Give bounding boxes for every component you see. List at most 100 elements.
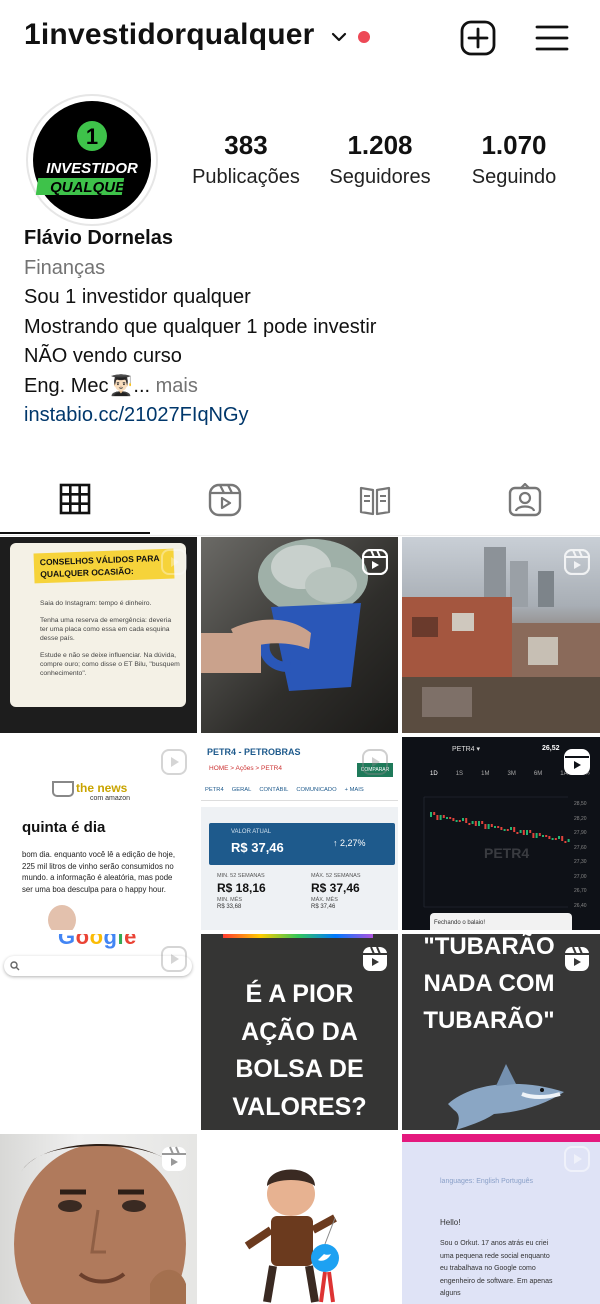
more-link[interactable]: mais bbox=[150, 375, 198, 397]
stat-following-count: 1.070 bbox=[481, 130, 547, 160]
price-value: R$ 37,46 bbox=[231, 840, 284, 855]
candle bbox=[458, 820, 461, 822]
candle bbox=[542, 835, 544, 837]
candle bbox=[474, 821, 477, 826]
candle bbox=[526, 830, 528, 835]
guides-icon bbox=[359, 486, 391, 516]
candle bbox=[548, 836, 551, 839]
post-headline: "TUBARÃO NADA COM TUBARÃO" bbox=[423, 934, 555, 1034]
post-tile-cartoon[interactable] bbox=[201, 1134, 398, 1304]
post-headline: É A PIOR AÇÃO DA BOLSA DE VALORES? bbox=[232, 980, 367, 1121]
candle bbox=[449, 817, 452, 819]
reel-icon bbox=[362, 549, 388, 575]
post-tile-selfie[interactable] bbox=[0, 1134, 197, 1304]
axis-tick: 28,50 bbox=[574, 801, 587, 807]
tab-tagged[interactable] bbox=[450, 466, 600, 534]
reel-icon bbox=[564, 549, 590, 575]
profile-link[interactable]: instabio.cc/21027FIqNGy bbox=[24, 401, 584, 431]
profile-avatar[interactable]: 1 INVESTIDOR QUALQUER bbox=[26, 94, 158, 226]
chart-axis: 28,50 28,20 27,90 27,60 27,30 27,00 26,7… bbox=[574, 797, 587, 913]
post-tile-google[interactable]: Google bbox=[0, 934, 197, 1130]
avatar-line1: INVESTIDOR bbox=[46, 160, 138, 177]
quote-breadcrumb: HOME > Ações > PETR4 bbox=[209, 765, 282, 772]
new-post-icon[interactable] bbox=[460, 20, 496, 56]
orkut-body: Sou o Orkut. 17 anos atrás eu criei uma … bbox=[440, 1240, 553, 1297]
tab-reels[interactable] bbox=[150, 466, 300, 534]
stat-following[interactable]: 1.070 Seguindo bbox=[462, 128, 566, 192]
newsletter-sub: com amazon bbox=[90, 795, 131, 802]
avatar-badge-text: 1 bbox=[86, 124, 98, 149]
newsletter-heading: quinta é dia bbox=[22, 819, 106, 836]
candle bbox=[503, 829, 506, 831]
stat-posts[interactable]: 383 Publicações bbox=[186, 128, 306, 192]
candle bbox=[529, 830, 532, 833]
advice-list: Saia do Instagram: tempo é dinheiro. Ten… bbox=[40, 599, 180, 678]
candle bbox=[446, 817, 448, 819]
advice-item: Saia do Instagram: tempo é dinheiro. bbox=[40, 600, 152, 607]
post-tile-petr4-chart[interactable]: PETR4 ▾ 26,52 1D 1S 1M 3M 6M 1A ∞ PETR4 … bbox=[402, 737, 600, 930]
min-label: MIN. 52 SEMANAS bbox=[217, 873, 265, 879]
candle bbox=[468, 823, 471, 825]
quote-price-box: VALOR ATUAL R$ 37,46 ↑ 2,27% bbox=[209, 823, 395, 865]
tab-grid[interactable] bbox=[0, 466, 150, 534]
stat-followers-count: 1.208 bbox=[347, 130, 413, 160]
stat-following-label: Seguindo bbox=[471, 166, 557, 188]
orkut-banner bbox=[402, 1134, 600, 1142]
post-tile-advice[interactable]: CONSELHOS VÁLIDOS PARA QUALQUER OCASIÃO:… bbox=[0, 537, 197, 733]
profile-category: Finanças bbox=[24, 256, 106, 279]
bio-line: Sou 1 investidor qualquer bbox=[24, 286, 251, 308]
candle bbox=[436, 815, 439, 820]
post-tile-worst-stock[interactable]: É A PIOR AÇÃO DA BOLSA DE VALORES? bbox=[201, 934, 398, 1130]
menu-icon[interactable] bbox=[534, 20, 570, 56]
max-label: MÁX. 52 SEMANAS bbox=[311, 873, 361, 879]
min-sub-label: MIN. MÊS bbox=[217, 897, 243, 903]
post-tile-plant[interactable] bbox=[201, 537, 398, 733]
post-tile-orkut[interactable]: languages: English Português Hello! Sou … bbox=[402, 1134, 600, 1304]
posts-grid: CONSELHOS VÁLIDOS PARA QUALQUER OCASIÃO:… bbox=[0, 537, 600, 1304]
reel-icon bbox=[362, 749, 388, 775]
tagged-icon bbox=[508, 483, 542, 517]
candle bbox=[442, 815, 445, 818]
stat-followers[interactable]: 1.208 Seguidores bbox=[322, 128, 438, 192]
shark-illustration bbox=[448, 1064, 564, 1130]
cartoon-illustration bbox=[244, 1169, 339, 1303]
max-sub-label: MÁX. MÊS bbox=[311, 897, 338, 903]
candle bbox=[452, 818, 455, 821]
candle bbox=[500, 827, 503, 830]
quote-tabs: PETR4 GERAL CONTÁBIL COMUNICADO + MAIS bbox=[201, 787, 398, 801]
post-tile-petr4-quote[interactable]: PETR4 - PETROBRAS HOME > Ações > PETR4 C… bbox=[201, 737, 398, 930]
quote-ticker: PETR4 - PETROBRAS bbox=[207, 747, 301, 757]
advice-item: Tenha uma reserva de emergência: deveria… bbox=[40, 617, 172, 642]
reel-icon bbox=[162, 1146, 186, 1171]
candle bbox=[430, 812, 432, 817]
axis-tick: 26,70 bbox=[574, 888, 587, 894]
post-tile-newsletter[interactable]: the news com amazon quinta é dia bom dia… bbox=[0, 737, 197, 930]
post-tile-shark[interactable]: "TUBARÃO NADA COM TUBARÃO" bbox=[402, 934, 600, 1130]
post-tile-favela[interactable] bbox=[402, 537, 600, 733]
bio-line: NÃO vendo curso bbox=[24, 345, 182, 367]
username-title[interactable]: 1investidorqualquer bbox=[24, 18, 315, 52]
reel-icon bbox=[161, 549, 187, 575]
stat-followers-label: Seguidores bbox=[329, 166, 431, 188]
candle bbox=[494, 826, 496, 828]
axis-tick: 28,20 bbox=[574, 815, 587, 822]
bio-line: Mostrando que qualquer 1 pode investir bbox=[24, 315, 377, 338]
chevron-down-icon[interactable] bbox=[330, 28, 348, 46]
quote-tab: + MAIS bbox=[344, 787, 364, 793]
tab-guides[interactable] bbox=[300, 466, 450, 534]
candle bbox=[519, 830, 522, 833]
grid-icon bbox=[59, 483, 91, 515]
price-label: VALOR ATUAL bbox=[231, 829, 272, 835]
candle bbox=[545, 835, 548, 837]
stat-posts-count: 383 bbox=[224, 130, 268, 160]
reel-icon bbox=[564, 1146, 590, 1172]
search-icon bbox=[10, 961, 20, 971]
max-value: R$ 37,46 bbox=[311, 881, 360, 895]
candle bbox=[484, 824, 487, 829]
candle bbox=[522, 830, 525, 835]
reels-icon bbox=[208, 483, 242, 517]
stat-posts-label: Publicações bbox=[192, 166, 300, 188]
quote-tab: COMUNICADO bbox=[296, 787, 337, 793]
min-value: R$ 18,16 bbox=[217, 881, 266, 895]
chart-toast: Fechando o balaio! bbox=[430, 913, 572, 930]
